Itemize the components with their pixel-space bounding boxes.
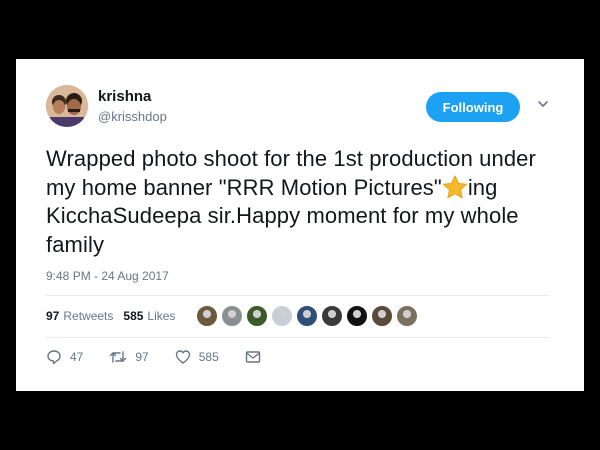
following-button[interactable]: Following: [426, 92, 520, 122]
liker-avatars: [196, 305, 421, 327]
star-emoji-icon: [442, 175, 467, 198]
liker-avatar[interactable]: [321, 305, 343, 327]
heart-icon: [175, 350, 190, 364]
reply-count: 47: [70, 350, 84, 364]
tweet-actions: 47 97 585: [46, 349, 295, 365]
retweet-count: 97: [135, 350, 149, 364]
divider: [46, 295, 549, 296]
liker-avatar[interactable]: [246, 305, 268, 327]
author-avatar[interactable]: [46, 85, 88, 127]
liker-avatar[interactable]: [271, 305, 293, 327]
chevron-down-icon[interactable]: [536, 97, 550, 111]
retweets-label[interactable]: Retweets: [63, 309, 113, 323]
avatar-photo-icon: [46, 85, 88, 127]
tweet-card: krishna @krisshdop Following Wrapped pho…: [16, 59, 584, 391]
likes-label[interactable]: Likes: [147, 309, 175, 323]
tweet-timestamp[interactable]: 9:48 PM - 24 Aug 2017: [46, 269, 169, 283]
liker-avatar[interactable]: [296, 305, 318, 327]
retweet-button[interactable]: 97: [109, 349, 149, 365]
tweet-text: Wrapped photo shoot for the 1st producti…: [46, 145, 556, 259]
divider: [46, 337, 549, 338]
author-name[interactable]: krishna: [98, 88, 151, 105]
liker-avatar[interactable]: [396, 305, 418, 327]
engagement-stats: 97 Retweets 585 Likes: [46, 309, 185, 323]
like-count: 585: [198, 350, 219, 364]
reply-button[interactable]: 47: [46, 349, 83, 365]
retweet-icon: [110, 351, 127, 363]
liker-avatar[interactable]: [196, 305, 218, 327]
liker-avatar[interactable]: [221, 305, 243, 327]
likes-count[interactable]: 585: [123, 309, 143, 323]
direct-message-button[interactable]: [245, 350, 269, 364]
liker-avatar[interactable]: [346, 305, 368, 327]
retweets-count[interactable]: 97: [46, 309, 59, 323]
author-handle[interactable]: @krisshdop: [98, 109, 167, 124]
liker-avatar[interactable]: [371, 305, 393, 327]
like-button[interactable]: 585: [175, 349, 219, 365]
envelope-icon: [245, 351, 260, 363]
reply-icon: [47, 350, 61, 365]
